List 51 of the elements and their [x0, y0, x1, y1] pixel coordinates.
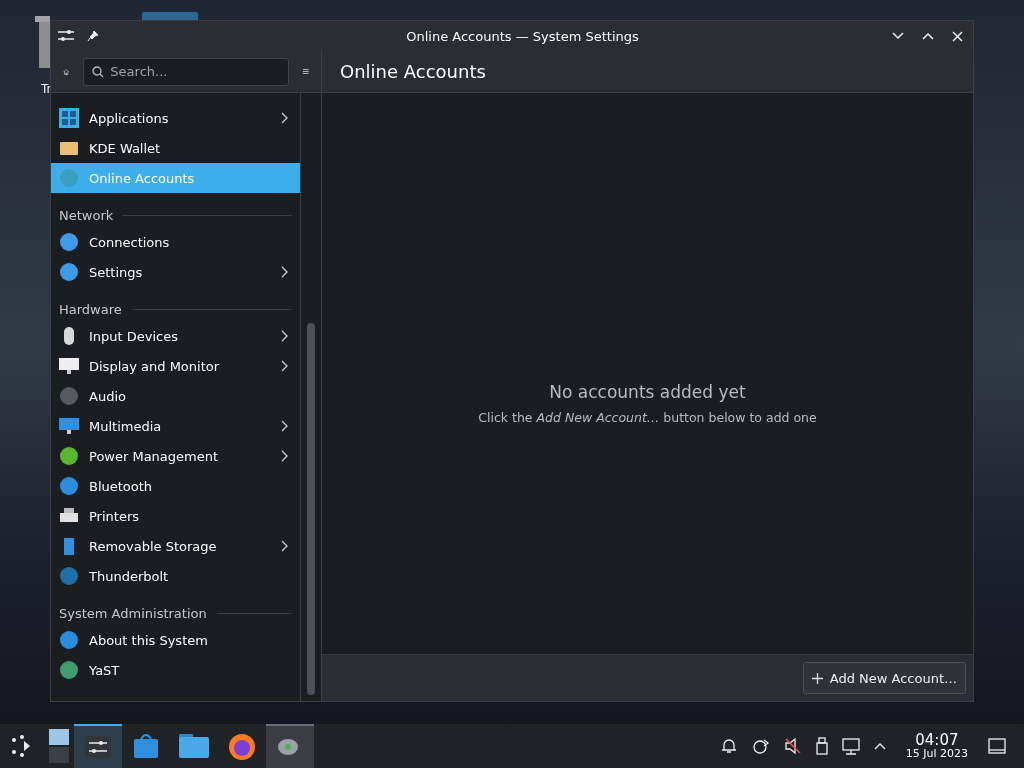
minimize-icon[interactable]	[892, 32, 904, 40]
close-icon[interactable]	[952, 30, 963, 42]
speaker-muted-icon[interactable]	[783, 737, 802, 755]
sidebar-item[interactable]: Applications	[51, 103, 300, 133]
search-field[interactable]: Search...	[83, 57, 290, 86]
sidebar-item[interactable]: Power Management	[51, 441, 300, 471]
sidebar-item[interactable]: Thunderbolt	[51, 561, 300, 591]
empty-state-title: No accounts added yet	[549, 382, 746, 402]
page-title: Online Accounts	[340, 61, 486, 82]
section-heading: Network	[59, 207, 114, 223]
empty-state-hint: Click the Add New Account… button below to add one	[478, 410, 817, 425]
sidebar-item[interactable]: About this System	[51, 625, 300, 655]
show-desktop-icon[interactable]	[988, 738, 1006, 754]
window-title: Online Accounts — System Settings	[405, 28, 640, 44]
monitor-icon	[59, 356, 79, 376]
section-heading: Hardware	[59, 301, 122, 317]
sidebar-item[interactable]: YaST	[51, 655, 300, 685]
sliders-icon	[85, 736, 111, 758]
clock-date[interactable]: 15 Jul 2023	[905, 748, 968, 761]
taskbar-task[interactable]	[74, 724, 122, 768]
desktop-icon-label[interactable]: Tr	[35, 82, 52, 96]
network-globe-icon[interactable]	[751, 737, 770, 755]
pin-icon[interactable]	[87, 30, 99, 42]
network-wired-icon[interactable]	[841, 737, 860, 755]
sidebar-item[interactable]: Settings	[51, 257, 300, 287]
shopping-bag-icon	[133, 733, 159, 759]
sidebar-item[interactable]: Removable Storage	[51, 531, 300, 561]
section-heading: System Administration	[59, 605, 207, 621]
settings-app-icon	[57, 29, 75, 43]
usb-drive-icon[interactable]	[815, 737, 828, 755]
taskbar-task[interactable]	[266, 724, 314, 768]
plus-icon	[811, 672, 823, 684]
sidebar-item[interactable]: Connections	[51, 227, 300, 257]
multimedia-icon	[59, 416, 79, 436]
sidebar-item[interactable]: Printers	[51, 501, 300, 531]
sidebar-item[interactable]: Display and Monitor	[51, 351, 300, 381]
apps-icon	[59, 108, 79, 128]
clock-time[interactable]: 04:07	[915, 731, 959, 749]
sidebar-item[interactable]: Bluetooth	[51, 471, 300, 501]
chevron-up-icon[interactable]	[873, 742, 886, 750]
notification-bell-icon[interactable]	[719, 737, 738, 755]
add-account-button[interactable]: Add New Account…	[802, 662, 966, 694]
maximize-icon[interactable]	[922, 32, 934, 40]
scrollbar-thumb[interactable]	[307, 323, 315, 695]
browser-icon	[227, 731, 257, 761]
sidebar-item[interactable]: Audio	[51, 381, 300, 411]
sidebar-item[interactable]: KDE Wallet	[51, 133, 300, 163]
sidebar-item[interactable]: Multimedia	[51, 411, 300, 441]
desktop-pager-icon	[47, 729, 71, 763]
sidebar-item[interactable]: Input Devices	[51, 321, 300, 351]
search-icon	[92, 65, 105, 78]
